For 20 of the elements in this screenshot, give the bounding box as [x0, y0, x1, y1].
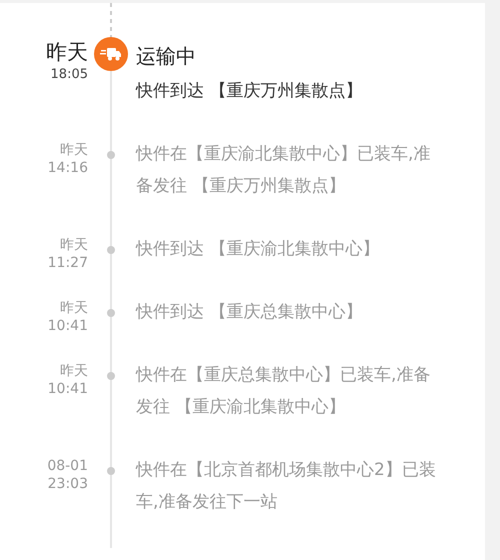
event-text: 快件到达 【重庆万州集散点】: [136, 80, 364, 103]
event-time: 14:16: [48, 159, 88, 178]
status-title: 运输中: [136, 43, 197, 69]
event-time: 11:27: [48, 254, 88, 273]
truck-icon: [100, 47, 122, 61]
event-text: 快件到达 【重庆渝北集散中心】: [136, 238, 380, 261]
event-day: 昨天: [60, 362, 88, 380]
event-day: 昨天: [60, 236, 88, 254]
event-time: 10:41: [48, 317, 88, 336]
event-time: 10:41: [48, 380, 88, 399]
event-day: 昨天: [46, 39, 88, 65]
event-time: 23:03: [48, 475, 88, 494]
event-text: 快件在【重庆渝北集散中心】已装车,准备发往 【重庆万州集散点】: [136, 143, 432, 198]
event-day: 昨天: [60, 299, 88, 317]
event-day: 昨天: [60, 141, 88, 159]
event-day: 08-01: [47, 457, 88, 475]
event-text: 快件到达 【重庆总集散中心】: [136, 301, 364, 324]
event-text: 快件在【北京首都机场集散中心2】已装车,准备发往下一站: [136, 459, 437, 514]
event-time: 18:05: [50, 66, 88, 84]
event-text: 快件在【重庆总集散中心】已装车,准备发往 【重庆渝北集散中心】: [136, 364, 432, 419]
